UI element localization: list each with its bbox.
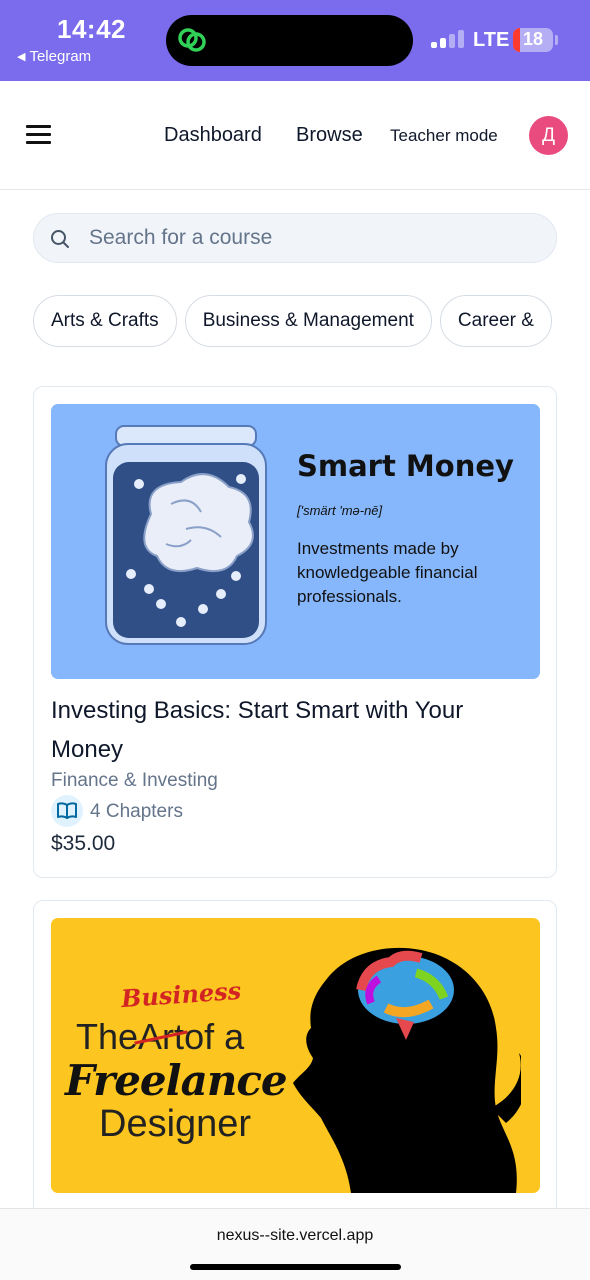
thumbnail-phonetic: ['smärt 'mə-nē] [297, 503, 383, 518]
status-time: 14:42 [57, 14, 126, 44]
user-avatar[interactable]: Д [529, 116, 568, 155]
book-open-icon [51, 795, 83, 827]
course-price: $35.00 [51, 832, 116, 855]
home-indicator[interactable] [190, 1264, 401, 1270]
course-category: Finance & Investing [51, 770, 218, 791]
category-chip-career[interactable]: Career & [439, 295, 552, 347]
head-silhouette-illustration [293, 947, 521, 1193]
battery-tip [555, 35, 558, 45]
back-arrow-icon: ◀ [17, 51, 26, 63]
battery-level: 18 [522, 29, 544, 49]
thumbnail-word-designer: Designer [99, 1103, 252, 1145]
chapters-count: 4 Chapters [90, 801, 183, 822]
thumbnail-word-freelance: Freelance [65, 1056, 288, 1105]
thumbnail-heading: Smart Money [297, 449, 514, 483]
course-thumbnail[interactable]: Business TheArtof a Freelance Designer [51, 918, 540, 1193]
course-thumbnail[interactable]: Smart Money ['smärt 'mə-nē] Investments … [51, 404, 540, 679]
thumbnail-line-the-art-of-a: TheArtof a [76, 1016, 244, 1058]
status-bar: 14:42 ◀ Telegram LTE 18 [0, 0, 590, 81]
search-input[interactable] [89, 214, 529, 262]
thumbnail-word-of-a: of a [184, 1016, 245, 1057]
course-card[interactable]: Smart Money ['smärt 'mə-nē] Investments … [33, 386, 557, 878]
search-bar [33, 213, 557, 263]
thumbnail-word-the: The [76, 1016, 139, 1057]
back-app-label: Telegram [29, 48, 92, 65]
teacher-mode-button[interactable]: Teacher mode [390, 126, 498, 146]
hamburger-icon[interactable] [26, 125, 51, 145]
category-chip-arts-crafts[interactable]: Arts & Crafts [33, 295, 177, 347]
brain-jar-illustration [105, 425, 267, 645]
category-chips: Arts & Crafts Business & Management Career… [33, 295, 557, 348]
dynamic-island [166, 15, 413, 66]
thumbnail-word-business: Business [120, 975, 242, 1014]
browser-url[interactable]: nexus--site.vercel.app [0, 1227, 590, 1245]
nav-browse-link[interactable]: Browse [296, 124, 363, 147]
course-card[interactable]: Business TheArtof a Freelance Designer [33, 900, 557, 1240]
search-icon [51, 230, 69, 248]
battery-icon: 18 [513, 28, 553, 52]
link-icon [178, 28, 206, 52]
thumbnail-definition: Investments made by knowledgeable financ… [297, 539, 478, 606]
app-navbar: Dashboard Browse Teacher mode Д [0, 81, 590, 190]
network-type: LTE [473, 29, 510, 51]
category-chip-business-management[interactable]: Business & Management [184, 295, 432, 347]
browser-bottom-bar: nexus--site.vercel.app [0, 1208, 590, 1280]
thumbnail-word-art: Art [138, 1016, 185, 1057]
signal-icon [431, 30, 465, 48]
nav-dashboard-link[interactable]: Dashboard [164, 124, 262, 147]
back-to-telegram[interactable]: ◀ Telegram [17, 48, 91, 65]
course-title[interactable]: Investing Basics: Start Smart with Your … [51, 691, 521, 769]
